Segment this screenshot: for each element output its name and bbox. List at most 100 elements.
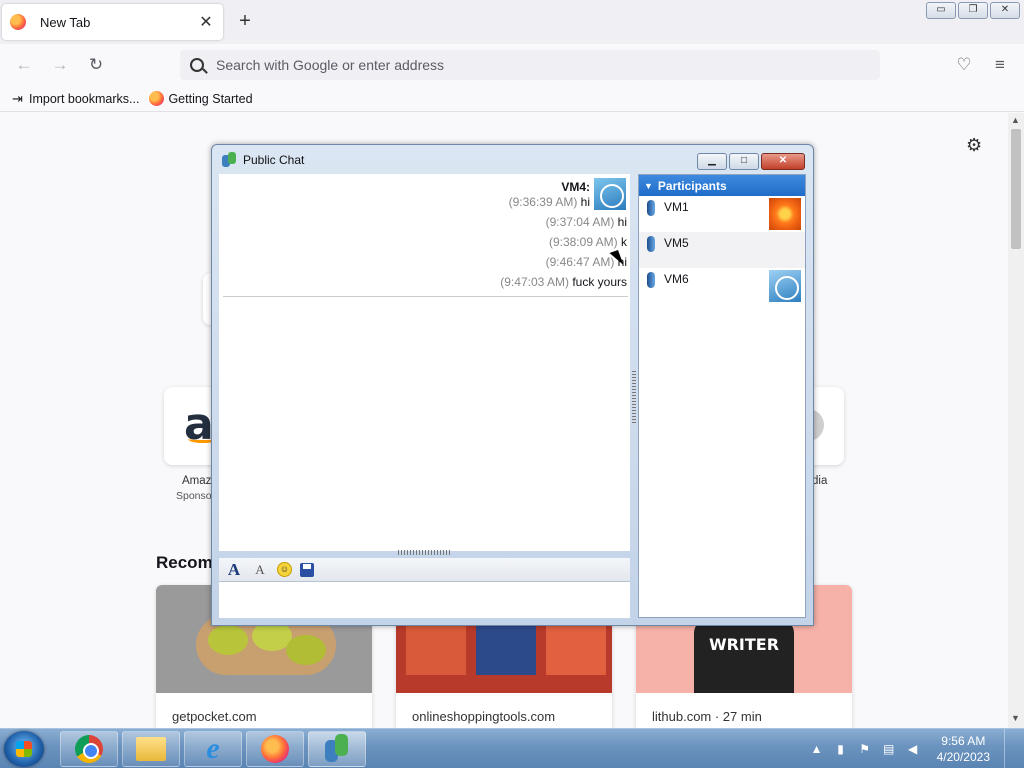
avatar [769,270,801,302]
address-bar[interactable]: Search with Google or enter address [180,50,880,80]
writer-text: WRITER [694,619,794,693]
menu-icon[interactable]: ≡ [989,54,1011,76]
taskbar-chrome[interactable] [60,731,118,767]
bookmark-import[interactable]: ⇥ Import bookmarks... [10,91,139,106]
participant-vm5[interactable]: VM5 [639,232,805,268]
restore-button[interactable]: ❐ [958,2,988,19]
clock[interactable]: 9:56 AM 4/20/2023 [937,733,990,765]
participants-panel: ▼ Participants VM1 VM5 VM6 [638,174,806,618]
internet-explorer-icon: e [206,732,220,765]
firefox-icon [261,735,289,763]
taskbar: e ▲ ▮ ⚑ ▤ ◀ 9:56 AM 4/20/2023 [0,728,1024,768]
address-placeholder: Search with Google or enter address [216,57,445,73]
story-source: lithub.com · 27 min [652,709,762,724]
user-icon [647,272,655,288]
message-text: hi [617,215,627,229]
save-icon[interactable] [300,562,314,577]
tab-strip: New Tab ✕ + ▭ ❐ ✕ [0,0,1024,44]
chat-message: (9:36:39 AM) hi [509,195,590,209]
nav-bar: ← → ↻ Search with Google or enter addres… [0,44,1024,86]
font-color-icon[interactable]: A [251,561,269,579]
collapse-triangle-icon: ▼ [644,180,653,191]
taskbar-chat[interactable] [308,731,366,767]
firefox-icon [149,91,165,106]
show-desktop-button[interactable] [1004,729,1016,768]
taskbar-ie[interactable]: e [184,731,242,767]
chat-window-title: Public Chat [243,153,305,167]
action-center-icon[interactable]: ⚑ [857,741,873,757]
vertical-splitter[interactable] [632,371,636,423]
minimize-button[interactable]: ▭ [926,2,956,19]
chat-maximize-button[interactable]: □ [729,153,759,170]
reload-icon[interactable]: ↻ [85,54,107,76]
bookmark-getting-started[interactable]: Getting Started [149,91,253,106]
clock-date: 4/20/2023 [936,750,990,764]
window-controls: ▭ ❐ ✕ [926,2,1020,19]
message-time: (9:38:09 AM) [548,235,618,249]
tab-title: New Tab [40,14,91,30]
tab-new-tab[interactable]: New Tab ✕ [2,4,223,40]
participants-header[interactable]: ▼ Participants [639,175,805,196]
start-button[interactable] [4,731,44,767]
message-time: (9:46:47 AM) [545,255,615,269]
message-time: (9:47:03 AM) [500,275,569,289]
chrome-icon [75,735,103,763]
volume-icon[interactable]: ◀ [905,741,921,757]
sponsored-label: Sponso [176,490,212,502]
participant-vm1[interactable]: VM1 [639,196,805,232]
participant-name: VM6 [664,272,689,286]
participant-name: VM5 [664,236,689,250]
participant-vm6[interactable]: VM6 [639,268,805,304]
chat-tray-icon[interactable]: ▮ [833,741,849,757]
gear-icon[interactable]: ⚙ [966,135,982,156]
font-icon[interactable]: A [225,560,243,579]
show-hidden-icons-icon[interactable]: ▲ [809,741,825,757]
scroll-thumb[interactable] [1011,129,1021,249]
chat-window-controls: ▁ □ ✕ [697,153,805,170]
tab-close-icon[interactable]: ✕ [197,12,215,32]
message-time: (9:36:39 AM) [508,195,578,209]
bookmark-label: Getting Started [168,91,253,106]
divider [223,296,628,297]
message-text: fuck yours [572,275,627,289]
avatar [769,198,801,230]
scroll-up-icon[interactable]: ▲ [1011,115,1020,125]
emoticon-icon[interactable]: ☺ [277,562,292,577]
participants-title: Participants [657,178,727,193]
network-icon[interactable]: ▤ [881,741,897,757]
clock-time: 9:56 AM [941,734,986,748]
user-icon [647,236,655,252]
scroll-down-icon[interactable]: ▼ [1011,713,1020,723]
horizontal-splitter[interactable] [398,550,450,555]
search-icon [190,58,204,72]
bookmark-label: Import bookmarks... [29,91,140,106]
back-icon[interactable]: ← [13,54,35,76]
chat-minimize-button[interactable]: ▁ [697,153,727,170]
chat-close-button[interactable]: ✕ [761,153,805,170]
pocket-icon[interactable]: ♡ [953,54,975,76]
message-history[interactable]: VM4: (9:36:39 AM) hi (9:37:04 AM) hi (9:… [219,174,630,551]
message-time: (9:37:04 AM) [545,215,615,229]
page-scrollbar[interactable]: ▲ ▼ [1008,113,1024,728]
chat-message: (9:38:09 AM) k [549,235,627,249]
chat-toolbar: A A ☺ [219,558,630,582]
forward-icon[interactable]: → [49,54,71,76]
system-tray: ▲ ▮ ⚑ ▤ ◀ 9:56 AM 4/20/2023 [809,729,1024,768]
bookmarks-bar: ⇥ Import bookmarks... Getting Started [0,86,1024,112]
message-text: k [621,235,627,249]
close-button[interactable]: ✕ [990,2,1020,19]
message-input[interactable] [219,582,630,618]
taskbar-firefox[interactable] [246,731,304,767]
chat-app-icon [324,734,350,764]
story-source: onlineshoppingtools.com [412,709,556,724]
taskbar-explorer[interactable] [122,731,180,767]
user-icon [647,200,655,216]
message-sender: VM4: [561,180,590,194]
avatar [594,178,626,210]
new-tab-button[interactable]: + [234,10,256,32]
top-site-label: Amaz [182,475,212,487]
import-icon: ⇥ [12,91,23,106]
firefox-icon [10,14,26,30]
chat-message: (9:37:04 AM) hi [546,215,627,229]
participant-name: VM1 [664,200,689,214]
